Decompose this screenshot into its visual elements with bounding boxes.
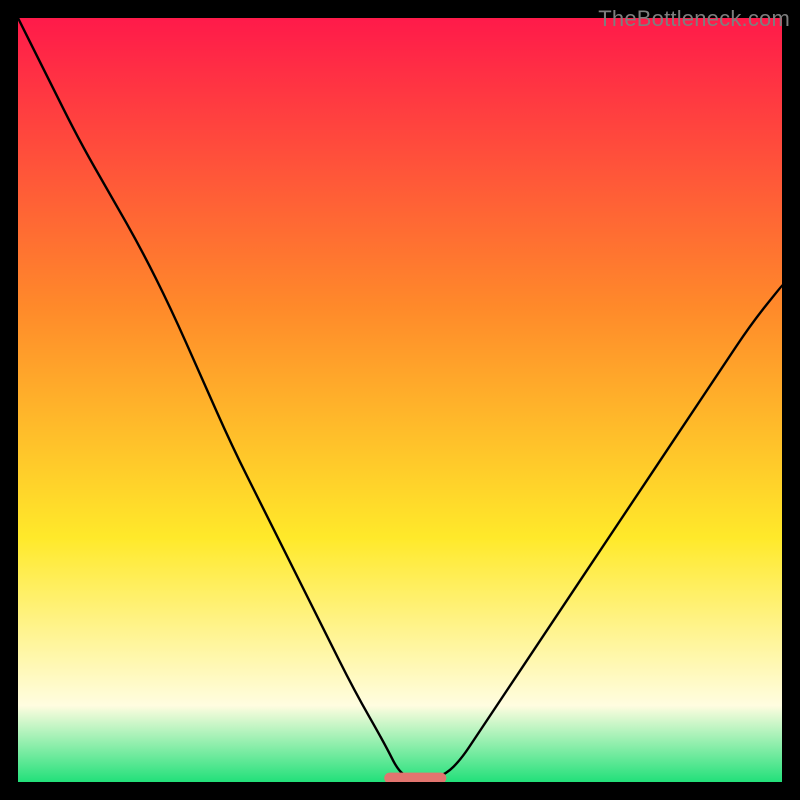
optimal-region-marker xyxy=(385,773,446,782)
chart-plot-area xyxy=(18,18,782,782)
chart-svg xyxy=(18,18,782,782)
watermark-text: TheBottleneck.com xyxy=(598,6,790,32)
chart-frame: TheBottleneck.com xyxy=(0,0,800,800)
gradient-background xyxy=(18,18,782,782)
